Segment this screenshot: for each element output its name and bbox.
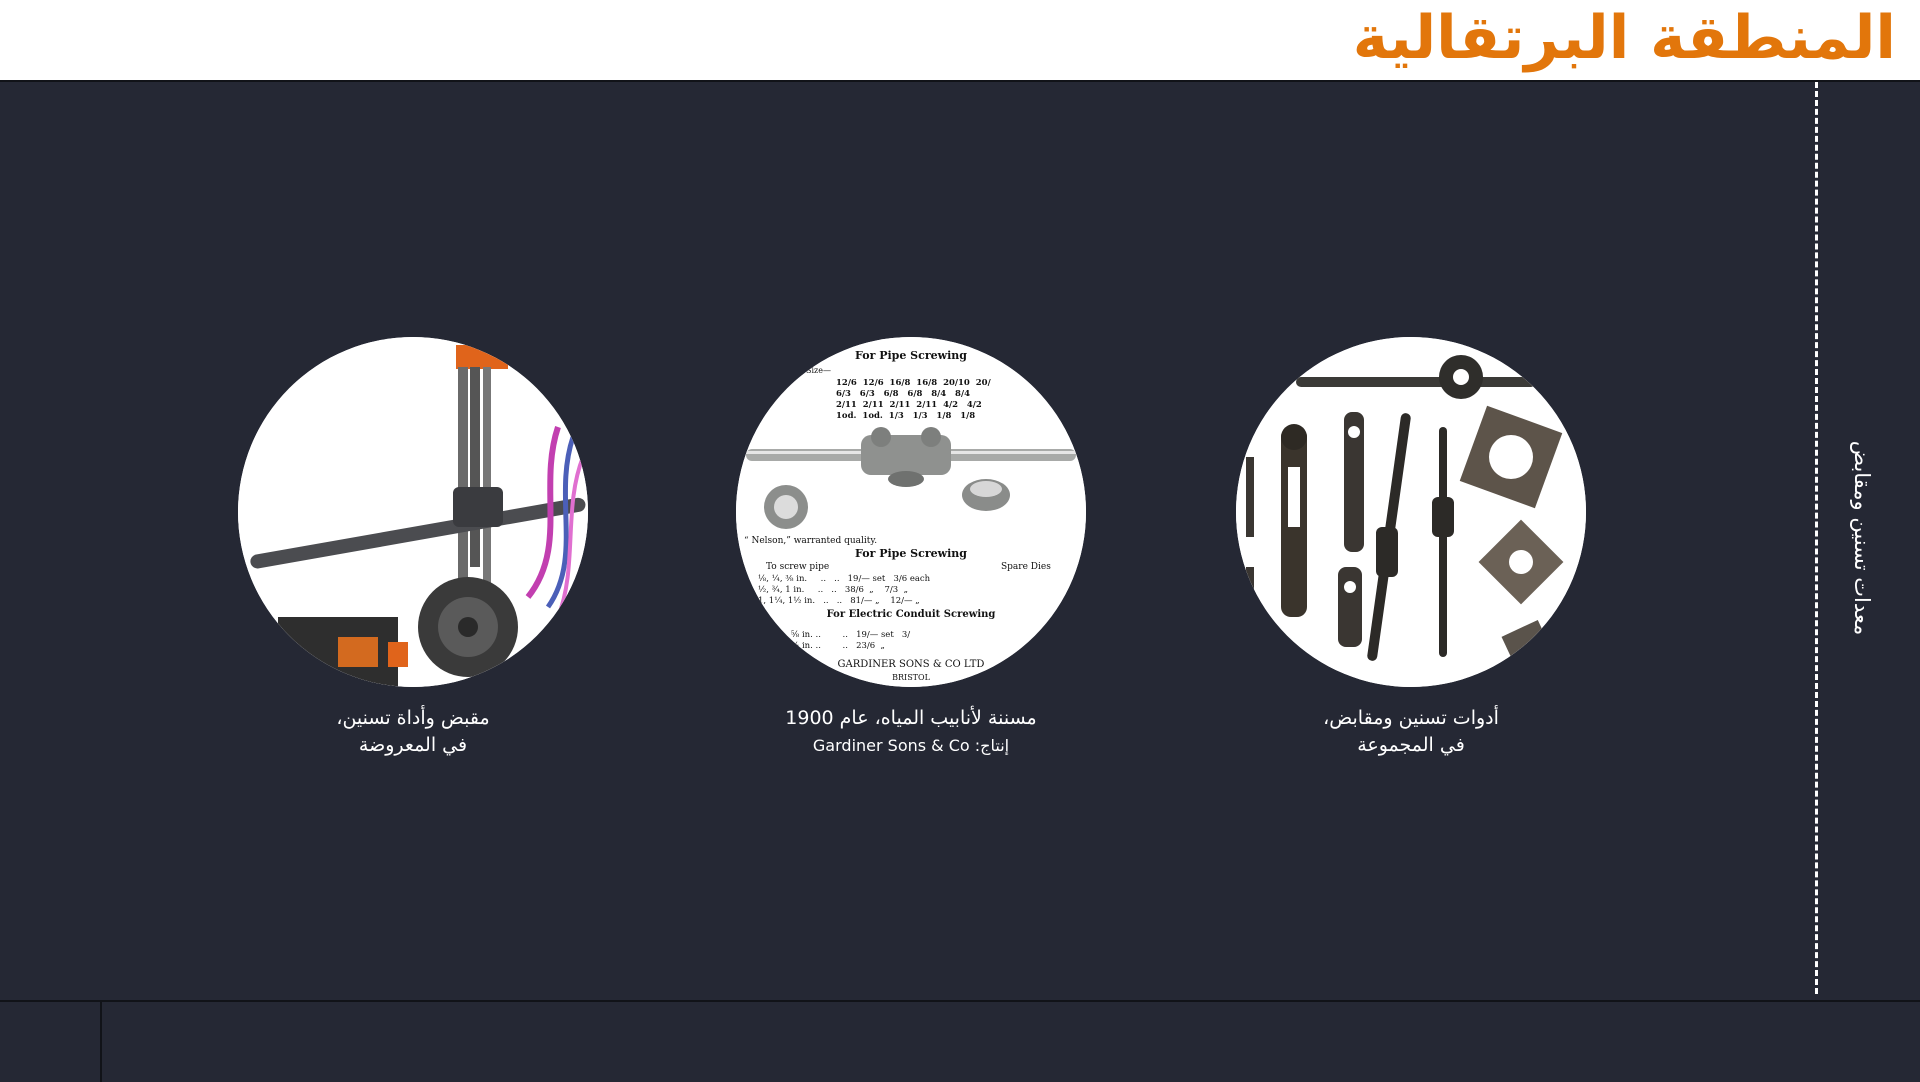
header: المنطقة البرتقالية [0, 0, 1920, 82]
caption-line-1: أدوات تسنين ومقابض، [1323, 707, 1499, 729]
exhibit-card-tools-collection[interactable]: أدوات تسنين ومقابض، في المجموعة [1236, 337, 1586, 759]
catalogue-price-row-1: 12/6 12/6 16/8 16/8 20/10 20/ [836, 378, 992, 388]
catalogue-city: BRISTOL [892, 673, 930, 682]
catalogue-heading-1: For Pipe Screwing [855, 349, 967, 362]
caption-line-2: في المعروضة [358, 734, 468, 756]
caption-line-1: مسننة لأنابيب المياه، عام 1900 [785, 707, 1037, 729]
caption-line-1: مقبض وأداة تسنين، [336, 707, 490, 729]
catalogue-conduit-row-1: ⅝ in. .. .. 19/— set 3/ [791, 630, 910, 640]
catalogue-price-row-2: 6/3 6/3 6/8 6/8 8/4 8/4 [836, 389, 970, 399]
tap-wrench-collection-photo[interactable] [1236, 337, 1586, 687]
exhibit-caption: أدوات تسنين ومقابض، في المجموعة [1236, 705, 1586, 759]
caption-line-2: في المجموعة [1357, 734, 1465, 756]
catalogue-price-row-4: 1od. 1od. 1/3 1/3 1/8 1/8 [836, 411, 975, 421]
catalogue-size-label: Size— [806, 366, 831, 375]
catalogue-conduit-row-2: ¾ in. .. .. 23/6 „ [791, 640, 885, 651]
side-section-label: معدات تسنين ومقابض [1850, 440, 1874, 636]
catalogue-price-row-3: 2/11 2/11 2/11 2/11 4/2 4/2 [836, 400, 982, 410]
exhibit-caption: مسننة لأنابيب المياه، عام 1900 إنتاج: Ga… [736, 705, 1086, 759]
exhibit-caption: مقبض وأداة تسنين، في المعروضة [238, 705, 588, 759]
catalogue-to-screw-pipe: To screw pipe [766, 562, 829, 572]
catalogue-quality-note: “ Nelson,” warranted quality. [744, 535, 877, 546]
page-title: المنطقة البرتقالية [1352, 3, 1896, 73]
catalogue-row-2: ½, ¾, 1 in. .. .. 38/6 „ 7/3 „ [758, 584, 908, 595]
die-stock-vise-photo[interactable] [238, 337, 588, 687]
caption-line-2: إنتاج: Gardiner Sons & Co [812, 736, 1010, 755]
exhibit-card-die-stock[interactable]: مقبض وأداة تسنين، في المعروضة [238, 337, 588, 759]
exhibit-card-pipe-die[interactable]: For Pipe Screwing Size— 12/6 12/6 16/8 1… [736, 337, 1086, 759]
dashed-divider [1815, 82, 1818, 994]
catalogue-row-1: ⅛, ¼, ⅜ in. .. .. 19/— set 3/6 each [758, 573, 931, 584]
catalogue-heading-2: For Pipe Screwing [855, 547, 967, 560]
pipe-die-stock-catalogue-page[interactable]: For Pipe Screwing Size— 12/6 12/6 16/8 1… [736, 337, 1086, 687]
catalogue-spare-dies: Spare Dies [1001, 562, 1051, 572]
footer-bar [0, 1000, 1920, 1082]
catalogue-row-3: 1, 1¼, 1½ in. .. .. 81/— „ 12/— „ [758, 595, 920, 606]
catalogue-maker: GARDINER SONS & CO LTD [838, 659, 985, 670]
footer-cell [0, 1002, 102, 1082]
catalogue-heading-3: For Electric Conduit Screwing [827, 609, 996, 620]
